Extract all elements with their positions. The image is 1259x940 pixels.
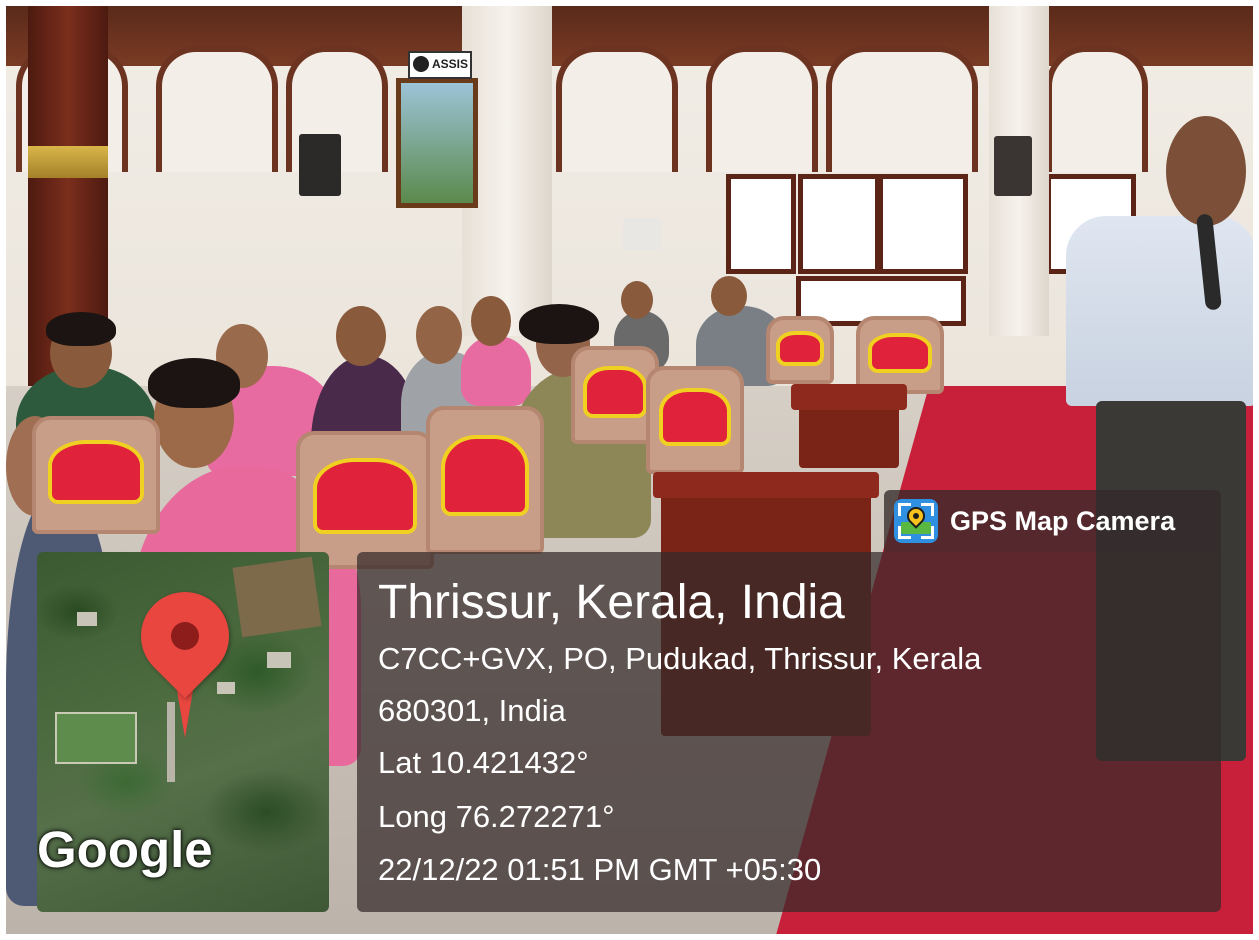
table-top: [653, 472, 879, 498]
app-watermark-badge: GPS Map Camera: [884, 490, 1221, 552]
person-head: [336, 306, 386, 366]
waterfall-painting: [396, 78, 478, 208]
app-name: GPS Map Camera: [950, 505, 1176, 536]
chair-cushion: [659, 388, 731, 446]
presenter-shirt: [1066, 216, 1253, 406]
latitude: Lat 10.421432°: [378, 745, 589, 780]
plastic-chair: [426, 406, 544, 554]
wall-arch: [1046, 46, 1148, 172]
plastic-chair: [296, 431, 434, 569]
wall-speaker: [994, 136, 1032, 196]
photo-frame: ASSIS GPS Map Camera Google Thrissur, Ke…: [0, 0, 1259, 940]
map-building: [77, 612, 97, 626]
address-line-1: C7CC+GVX, PO, Pudukad, Thrissur, Kerala: [378, 641, 982, 676]
place-title: Thrissur, Kerala, India: [378, 576, 845, 629]
timestamp: 22/12/22 01:51 PM GMT +05:30: [378, 852, 822, 887]
presenter-head: [1166, 116, 1246, 226]
wall-arch: [826, 46, 978, 172]
map-field: [232, 556, 322, 638]
map-building: [217, 682, 235, 694]
person-head: [416, 306, 462, 364]
plastic-chair: [856, 316, 944, 394]
map-green-plot: [55, 712, 137, 764]
chair-cushion: [868, 332, 932, 374]
map-road: [167, 702, 175, 782]
person-head: [471, 296, 511, 346]
window: [798, 174, 880, 274]
sign-icon: [413, 56, 429, 72]
chair-cushion: [441, 435, 529, 517]
wall-sign-text: ASSIS: [432, 57, 469, 71]
map-building: [267, 652, 291, 668]
plastic-chair: [646, 366, 744, 474]
address-line-2: 680301, India: [378, 693, 566, 728]
window: [726, 174, 796, 274]
satellite-map-thumbnail: Google: [37, 552, 329, 912]
map-pin-icon: [122, 573, 248, 699]
person-head: [711, 276, 747, 316]
gps-map-camera-icon: [894, 499, 938, 543]
wooden-table: [791, 384, 907, 468]
window: [878, 174, 968, 274]
plastic-chair: [766, 316, 834, 384]
plastic-chair: [32, 416, 160, 534]
wall-speaker: [299, 134, 341, 196]
person-head: [621, 281, 653, 319]
seated-person: [461, 336, 531, 406]
person-hair: [148, 358, 240, 408]
wall-arch: [156, 46, 278, 172]
wall-arch: [706, 46, 818, 172]
chair-cushion: [776, 330, 824, 366]
wall-sign: ASSIS: [408, 51, 472, 79]
person-hair: [46, 312, 116, 346]
map-brand-logo: Google: [37, 821, 213, 878]
longitude: Long 76.272271°: [378, 799, 615, 834]
air-conditioner: [623, 218, 661, 250]
pillar-gold-band: [28, 146, 108, 178]
chair-cushion: [313, 458, 417, 534]
wall-arch: [556, 46, 678, 172]
chair-cushion: [583, 366, 647, 419]
chair-cushion: [48, 439, 144, 504]
table-top: [791, 384, 907, 410]
person-hair: [519, 304, 599, 344]
